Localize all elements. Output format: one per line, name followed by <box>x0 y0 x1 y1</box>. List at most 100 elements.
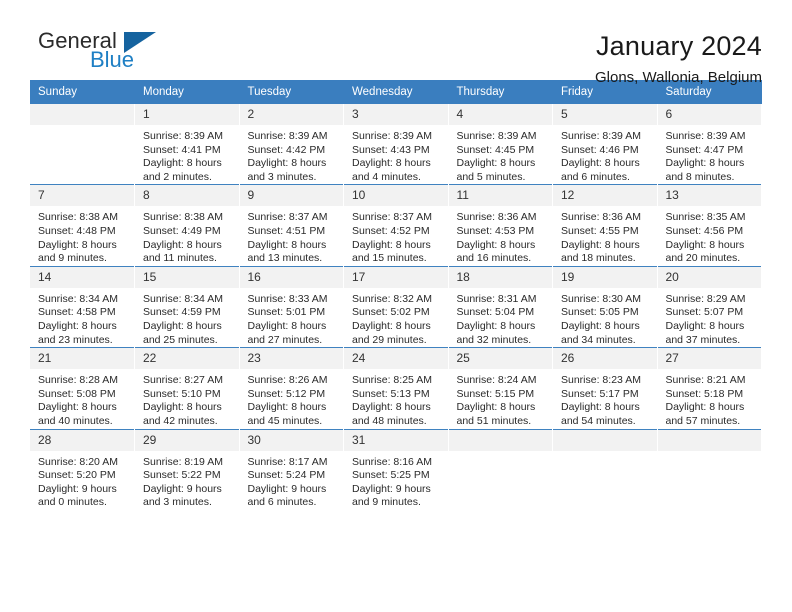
daylight-text-line2: and 6 minutes. <box>247 496 317 509</box>
daylight-text-line1: Daylight: 9 hours <box>247 482 327 495</box>
calendar-day-cell[interactable]: 1 Sunrise: 8:39 AM Sunset: 4:41 PM Daylight… <box>134 104 240 185</box>
calendar-day-cell[interactable]: 31 Sunrise: 8:16 AM Sunset: 5:25 PM Dayligh… <box>343 428 449 510</box>
calendar-day-cell-empty <box>657 428 762 510</box>
daylight-text-line1: Daylight: 9 hours <box>352 482 431 495</box>
calendar-day-cell[interactable]: 27 Sunrise: 8:21 AM Sunset: 5:18 PM Dayligh… <box>657 347 762 429</box>
day-info: Sunrise: 8:27 AM Sunset: 5:10 PM Daylight:… <box>135 369 239 428</box>
sunset-text: Sunset: 4:46 PM <box>561 143 639 156</box>
calendar-day-cell[interactable]: 12 Sunrise: 8:36 AM Sunset: 4:55 PM Dayligh… <box>552 184 658 267</box>
daylight-text-line1: Daylight: 9 hours <box>143 482 222 495</box>
daylight-text-line1: Daylight: 8 hours <box>561 238 640 251</box>
calendar-day-cell[interactable]: 18 Sunrise: 8:31 AM Sunset: 5:04 PM Dayligh… <box>448 265 553 348</box>
calendar-day-cell[interactable]: 28 Sunrise: 8:20 AM Sunset: 5:20 PM Dayligh… <box>30 428 135 510</box>
calendar-day-cell[interactable]: 4 Sunrise: 8:39 AM Sunset: 4:45 PM Daylight… <box>448 104 553 185</box>
sunset-text: Sunset: 5:05 PM <box>561 306 639 319</box>
calendar-day-cell[interactable]: 15 Sunrise: 8:34 AM Sunset: 4:59 PM Dayligh… <box>134 265 240 348</box>
day-number: 29 <box>135 429 239 451</box>
daylight-text-line2: and 11 minutes. <box>143 252 217 265</box>
sunset-text: Sunset: 5:10 PM <box>143 387 221 400</box>
calendar-day-cell[interactable]: 24 Sunrise: 8:25 AM Sunset: 5:13 PM Dayligh… <box>343 347 449 429</box>
day-info: Sunrise: 8:39 AM Sunset: 4:43 PM Daylight:… <box>344 125 448 184</box>
sunrise-text: Sunrise: 8:29 AM <box>665 292 746 305</box>
calendar-day-cell[interactable]: 13 Sunrise: 8:35 AM Sunset: 4:56 PM Dayligh… <box>657 184 762 267</box>
daylight-text-line2: and 18 minutes. <box>561 252 636 265</box>
sunrise-text: Sunrise: 8:23 AM <box>561 374 641 387</box>
sunrise-text: Sunrise: 8:25 AM <box>352 374 432 387</box>
day-info: Sunrise: 8:23 AM Sunset: 5:17 PM Daylight:… <box>553 369 657 428</box>
weekday-header-sunday: Sunday <box>30 80 135 104</box>
title-block: January 2024 Glons, Wallonia, Belgium <box>595 28 762 88</box>
daylight-text-line1: Daylight: 8 hours <box>665 238 745 251</box>
sunrise-sunset-calendar: Sunday Monday Tuesday Wednesday Thursday… <box>30 80 762 510</box>
day-number: 12 <box>553 185 657 207</box>
calendar-day-cell[interactable]: 11 Sunrise: 8:36 AM Sunset: 4:53 PM Dayligh… <box>448 184 553 267</box>
weekday-header-tuesday: Tuesday <box>239 80 344 104</box>
daylight-text-line2: and 13 minutes. <box>247 252 323 265</box>
calendar-week-row: 1 Sunrise: 8:39 AM Sunset: 4:41 PM Daylight… <box>30 104 762 185</box>
calendar-day-cell[interactable]: 14 Sunrise: 8:34 AM Sunset: 4:58 PM Dayligh… <box>30 265 135 348</box>
calendar-day-cell[interactable]: 6 Sunrise: 8:39 AM Sunset: 4:47 PM Daylight… <box>657 104 762 185</box>
calendar-day-cell[interactable]: 17 Sunrise: 8:32 AM Sunset: 5:02 PM Dayligh… <box>343 265 449 348</box>
sunrise-text: Sunrise: 8:39 AM <box>456 130 537 142</box>
daylight-text-line1: Daylight: 8 hours <box>247 319 327 332</box>
daylight-text-line2: and 54 minutes. <box>561 414 636 427</box>
calendar-day-cell[interactable]: 3 Sunrise: 8:39 AM Sunset: 4:43 PM Daylight… <box>343 104 449 185</box>
brand-name-blue: Blue <box>90 47 135 72</box>
daylight-text-line1: Daylight: 8 hours <box>352 319 431 332</box>
daylight-text-line2: and 48 minutes. <box>352 414 427 427</box>
calendar-day-cell[interactable]: 29 Sunrise: 8:19 AM Sunset: 5:22 PM Dayligh… <box>134 428 240 510</box>
calendar-day-cell[interactable]: 19 Sunrise: 8:30 AM Sunset: 5:05 PM Dayligh… <box>552 265 658 348</box>
daylight-text-line1: Daylight: 8 hours <box>456 157 536 170</box>
sunrise-text: Sunrise: 8:17 AM <box>247 455 328 468</box>
calendar-day-cell[interactable]: 9 Sunrise: 8:37 AM Sunset: 4:51 PM Daylight… <box>239 184 344 267</box>
daylight-text-line2: and 42 minutes. <box>143 414 218 427</box>
daylight-text-line2: and 8 minutes. <box>665 170 735 183</box>
day-info: Sunrise: 8:17 AM Sunset: 5:24 PM Daylight:… <box>240 451 344 510</box>
daylight-text-line1: Daylight: 8 hours <box>456 401 536 414</box>
daylight-text-line2: and 6 minutes. <box>561 170 630 183</box>
daylight-text-line1: Daylight: 8 hours <box>561 157 640 170</box>
brand-logo[interactable]: General Blue <box>30 28 190 76</box>
calendar-week-row: 28 Sunrise: 8:20 AM Sunset: 5:20 PM Dayligh… <box>30 428 762 510</box>
calendar-day-cell-empty <box>552 428 658 510</box>
sunset-text: Sunset: 5:18 PM <box>665 387 744 400</box>
day-number: 18 <box>448 266 552 288</box>
sunset-text: Sunset: 5:08 PM <box>38 387 116 400</box>
sunset-text: Sunset: 4:53 PM <box>456 224 535 237</box>
calendar-day-cell[interactable]: 30 Sunrise: 8:17 AM Sunset: 5:24 PM Dayligh… <box>239 428 344 510</box>
calendar-day-cell[interactable]: 26 Sunrise: 8:23 AM Sunset: 5:17 PM Dayligh… <box>552 347 658 429</box>
day-number <box>657 429 761 451</box>
day-number: 16 <box>239 266 343 288</box>
sunset-text: Sunset: 5:07 PM <box>665 306 744 319</box>
calendar-page: General Blue January 2024 Glons, Walloni… <box>0 0 792 612</box>
sunset-text: Sunset: 5:13 PM <box>352 387 430 400</box>
calendar-day-cell[interactable]: 21 Sunrise: 8:28 AM Sunset: 5:08 PM Dayligh… <box>30 347 135 429</box>
calendar-day-cell[interactable]: 22 Sunrise: 8:27 AM Sunset: 5:10 PM Dayligh… <box>134 347 240 429</box>
sunrise-text: Sunrise: 8:39 AM <box>247 130 328 142</box>
day-number: 25 <box>448 348 552 370</box>
calendar-day-cell[interactable]: 10 Sunrise: 8:37 AM Sunset: 4:52 PM Dayligh… <box>343 184 449 267</box>
day-info: Sunrise: 8:38 AM Sunset: 4:49 PM Daylight:… <box>135 206 239 265</box>
calendar-day-cell[interactable]: 2 Sunrise: 8:39 AM Sunset: 4:42 PM Daylight… <box>239 104 344 185</box>
calendar-day-cell[interactable]: 7 Sunrise: 8:38 AM Sunset: 4:48 PM Daylight… <box>30 184 135 267</box>
calendar-day-cell[interactable]: 23 Sunrise: 8:26 AM Sunset: 5:12 PM Dayligh… <box>239 347 344 429</box>
day-number: 30 <box>239 429 343 451</box>
page-subtitle-location: Glons, Wallonia, Belgium <box>594 69 762 86</box>
page-title: January 2024 <box>595 31 762 61</box>
calendar-day-cell[interactable]: 16 Sunrise: 8:33 AM Sunset: 5:01 PM Dayligh… <box>239 265 344 348</box>
day-number: 5 <box>553 104 657 125</box>
day-info: Sunrise: 8:35 AM Sunset: 4:56 PM Daylight:… <box>658 206 762 265</box>
calendar-day-cell[interactable]: 5 Sunrise: 8:39 AM Sunset: 4:46 PM Daylight… <box>552 104 658 185</box>
day-info: Sunrise: 8:39 AM Sunset: 4:46 PM Daylight:… <box>553 125 657 184</box>
daylight-text-line2: and 25 minutes. <box>143 333 218 346</box>
sunrise-text: Sunrise: 8:33 AM <box>247 292 328 305</box>
weekday-header-monday: Monday <box>134 80 240 104</box>
daylight-text-line1: Daylight: 8 hours <box>38 319 117 332</box>
daylight-text-line2: and 32 minutes. <box>456 333 532 346</box>
daylight-text-line1: Daylight: 8 hours <box>143 319 222 332</box>
sunset-text: Sunset: 5:24 PM <box>247 469 326 482</box>
calendar-day-cell[interactable]: 20 Sunrise: 8:29 AM Sunset: 5:07 PM Dayligh… <box>657 265 762 348</box>
sunrise-text: Sunrise: 8:39 AM <box>352 130 432 142</box>
calendar-day-cell[interactable]: 8 Sunrise: 8:38 AM Sunset: 4:49 PM Daylight… <box>134 184 240 267</box>
calendar-day-cell[interactable]: 25 Sunrise: 8:24 AM Sunset: 5:15 PM Dayligh… <box>448 347 553 429</box>
